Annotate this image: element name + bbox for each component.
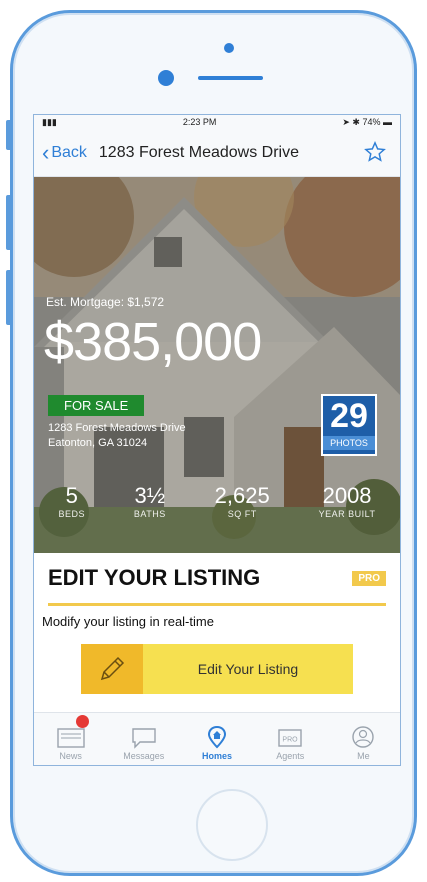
stat-year-built: 2008 YEAR BUILT [318, 483, 376, 519]
volume-up-button [6, 195, 12, 250]
stat-beds: 5 BEDS [58, 483, 85, 519]
pencil-icon [81, 644, 143, 694]
address-line-1: 1283 Forest Meadows Drive [48, 422, 186, 434]
photos-label: PHOTOS [323, 436, 375, 450]
edit-listing-header: EDIT YOUR LISTING PRO [48, 553, 386, 606]
listing-price: $385,000 [44, 312, 262, 372]
homes-icon [207, 725, 227, 749]
star-icon[interactable] [364, 141, 386, 163]
stat-baths: 3½ BATHS [133, 483, 166, 519]
listing-stats: 5 BEDS 3½ BATHS 2,625 SQ FT 2008 YEAR BUILT [34, 483, 400, 519]
tab-news[interactable]: News [34, 713, 107, 765]
estimated-mortgage: Est. Mortgage: $1,572 [46, 295, 165, 309]
chevron-left-icon: ‹ [42, 139, 50, 165]
edit-listing-subtitle: Modify your listing in real-time [42, 614, 214, 629]
tab-me[interactable]: Me [327, 713, 400, 765]
photos-count: 29 [330, 397, 368, 435]
edit-listing-title: EDIT YOUR LISTING [48, 565, 261, 590]
tab-messages[interactable]: Messages [107, 713, 180, 765]
edit-listing-button-label: Edit Your Listing [197, 661, 299, 677]
status-time: 2:23 PM [182, 117, 217, 127]
battery-indicator: ➤ ✱ 74% ▬ [342, 116, 392, 127]
back-label: Back [51, 143, 87, 161]
navigation-bar: ‹ Back 1283 Forest Meadows Drive [34, 129, 400, 177]
profile-icon [352, 726, 375, 748]
mute-switch [6, 120, 12, 150]
news-icon [56, 728, 85, 748]
page-title: 1283 Forest Meadows Drive [98, 143, 299, 161]
edit-listing-button[interactable]: Edit Your Listing [81, 644, 353, 694]
photos-button[interactable]: 29 PHOTOS [321, 394, 377, 456]
signal-icon: ▮▮▮ [42, 116, 57, 127]
status-bar: ▮▮▮ 2:23 PM ➤ ✱ 74% ▬ [34, 115, 400, 129]
address-line-2: Eatonton, GA 31024 [48, 437, 148, 449]
stat-sqft: 2,625 SQ FT [214, 483, 270, 519]
listing-address: 1283 Forest Meadows Drive Eatonton, GA 3… [48, 421, 186, 451]
back-button[interactable]: ‹ Back [42, 139, 87, 165]
messages-icon [132, 728, 156, 749]
pro-badge: PRO [352, 570, 386, 586]
agents-icon: PRO [278, 729, 302, 747]
front-sensor [224, 43, 234, 53]
app-screen: ▮▮▮ 2:23 PM ➤ ✱ 74% ▬ ‹ Back 1283 Forest… [33, 114, 401, 766]
listing-hero[interactable]: Est. Mortgage: $1,572 $385,000 FOR SALE … [34, 177, 400, 553]
front-camera [158, 70, 174, 86]
earpiece-speaker [198, 76, 263, 80]
home-button[interactable] [196, 789, 268, 861]
volume-down-button [6, 270, 12, 325]
notification-badge [76, 715, 89, 728]
status-badge: FOR SALE [48, 395, 145, 416]
tab-bar: News Messages Homes PRO Agents Me [34, 712, 400, 765]
edit-listing-section: EDIT YOUR LISTING PRO Modify your listin… [34, 553, 400, 717]
tab-homes[interactable]: Homes [180, 713, 253, 765]
agents-pro-text: PRO [283, 737, 299, 744]
tab-agents[interactable]: PRO Agents [254, 713, 327, 765]
